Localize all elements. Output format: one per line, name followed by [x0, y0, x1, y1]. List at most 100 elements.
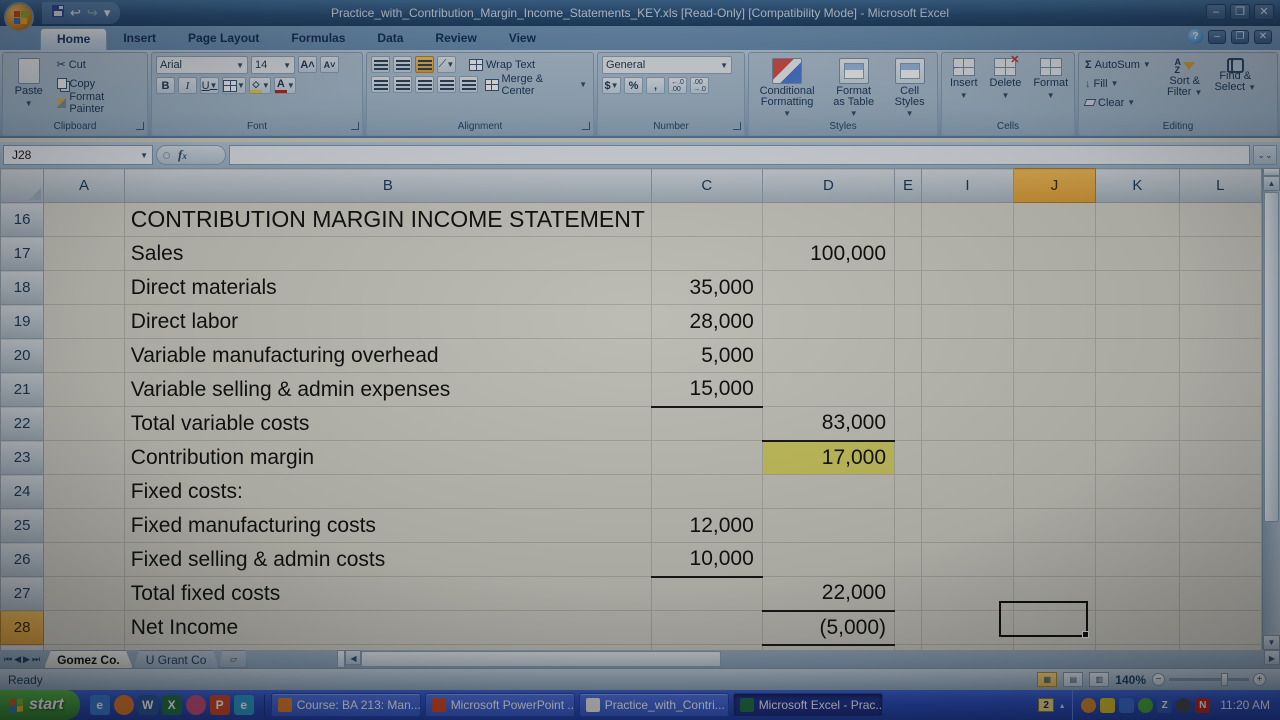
cell-B21[interactable]: Variable selling & admin expenses: [124, 373, 651, 407]
quicklaunch-firefox-icon[interactable]: [114, 695, 134, 715]
last-sheet-icon[interactable]: ⏭: [32, 654, 40, 665]
hide-icons-chevron[interactable]: ▴: [1060, 701, 1064, 710]
number-format-select[interactable]: General▼: [602, 56, 732, 74]
cell-K17[interactable]: [1096, 237, 1179, 271]
page-layout-view-button[interactable]: ▤: [1063, 672, 1083, 687]
cell-L26[interactable]: [1179, 543, 1261, 577]
italic-button[interactable]: I: [178, 77, 197, 94]
cell-D18[interactable]: [762, 271, 894, 305]
cell-D21[interactable]: [762, 373, 894, 407]
row-header-25[interactable]: 25: [1, 509, 44, 543]
cell-E20[interactable]: [895, 339, 922, 373]
comma-button[interactable]: ,: [646, 77, 665, 94]
scroll-up-icon[interactable]: ▲: [1263, 176, 1280, 191]
row-header-17[interactable]: 17: [1, 237, 44, 271]
cell-J22[interactable]: [1013, 407, 1095, 441]
sort-filter-button[interactable]: AZ Sort &Filter ▼: [1163, 56, 1206, 121]
cell-I17[interactable]: [922, 237, 1014, 271]
cell-L20[interactable]: [1179, 339, 1261, 373]
tray-z-icon[interactable]: Z: [1157, 698, 1172, 713]
insert-cells-button[interactable]: Insert▼: [946, 56, 982, 121]
cell-L19[interactable]: [1179, 305, 1261, 339]
autosum-button[interactable]: ΣAutoSum▼: [1083, 56, 1159, 73]
cell-K23[interactable]: [1096, 441, 1179, 475]
cut-button[interactable]: ✂Cut: [55, 56, 144, 73]
cell-J23[interactable]: [1013, 441, 1095, 475]
start-button[interactable]: start: [0, 690, 80, 720]
cell-L24[interactable]: [1179, 475, 1261, 509]
cell-B24[interactable]: Fixed costs:: [124, 475, 651, 509]
sheet-tab-gomez-co-[interactable]: Gomez Co.: [44, 650, 133, 668]
ribbon-tab-formulas[interactable]: Formulas: [275, 28, 361, 50]
cell-E28[interactable]: [895, 611, 922, 645]
cell-E23[interactable]: [895, 441, 922, 475]
cell-C28[interactable]: [651, 611, 762, 645]
cell-D23[interactable]: 17,000: [762, 441, 894, 475]
first-sheet-icon[interactable]: ⏮: [4, 654, 12, 665]
cell-I19[interactable]: [922, 305, 1014, 339]
cell-A21[interactable]: [44, 373, 125, 407]
column-header-E[interactable]: E: [895, 169, 922, 203]
sheet-tab-u-grant-co[interactable]: U Grant Co: [133, 650, 220, 668]
cell-E25[interactable]: [895, 509, 922, 543]
fill-color-button[interactable]: ◇▼: [249, 77, 271, 94]
cell-A28[interactable]: [44, 611, 125, 645]
cell-A19[interactable]: [44, 305, 125, 339]
ribbon-tab-review[interactable]: Review: [419, 28, 492, 50]
align-left-button[interactable]: [371, 76, 390, 93]
underline-button[interactable]: U ▼: [200, 77, 219, 94]
font-name-select[interactable]: Arial▼: [156, 56, 248, 74]
cell-I22[interactable]: [922, 407, 1014, 441]
cell-C26[interactable]: 10,000: [651, 543, 762, 577]
cell-K24[interactable]: [1096, 475, 1179, 509]
cell-A27[interactable]: [44, 577, 125, 611]
format-painter-button[interactable]: Format Painter: [55, 94, 144, 111]
cell-B19[interactable]: Direct labor: [124, 305, 651, 339]
currency-button[interactable]: $ ▼: [602, 77, 621, 94]
cell-B26[interactable]: Fixed selling & admin costs: [124, 543, 651, 577]
active-cell-selection[interactable]: [999, 601, 1088, 637]
next-sheet-icon[interactable]: ▶: [23, 654, 30, 665]
column-header-D[interactable]: D: [762, 169, 894, 203]
cell-L23[interactable]: [1179, 441, 1261, 475]
copy-button[interactable]: Copy: [55, 75, 144, 92]
quicklaunch-ie-icon[interactable]: e: [90, 695, 110, 715]
clipboard-dialog-launcher[interactable]: [136, 122, 144, 130]
normal-view-button[interactable]: ▦: [1037, 672, 1057, 687]
cell-B16[interactable]: CONTRIBUTION MARGIN INCOME STATEMENT: [124, 203, 651, 237]
cell-I26[interactable]: [922, 543, 1014, 577]
cell-K21[interactable]: [1096, 373, 1179, 407]
scroll-right-icon[interactable]: ▶: [1264, 650, 1280, 665]
zoom-slider-handle[interactable]: [1221, 673, 1228, 686]
cell-L27[interactable]: [1179, 577, 1261, 611]
cell-I21[interactable]: [922, 373, 1014, 407]
cell-L16[interactable]: [1179, 203, 1261, 237]
paste-button[interactable]: Paste ▼: [7, 56, 51, 121]
taskbar-button-microsoft-powerpoint-[interactable]: Microsoft PowerPoint ...: [425, 693, 575, 717]
cell-D28[interactable]: (5,000): [762, 611, 894, 645]
cell-D16[interactable]: [762, 203, 894, 237]
cell-C18[interactable]: 35,000: [651, 271, 762, 305]
row-header-24[interactable]: 24: [1, 475, 44, 509]
expand-formula-bar-icon[interactable]: ⌄⌄: [1253, 145, 1277, 165]
cell-C22[interactable]: [651, 407, 762, 441]
column-header-C[interactable]: C: [651, 169, 762, 203]
cell-J18[interactable]: [1013, 271, 1095, 305]
cell-I23[interactable]: [922, 441, 1014, 475]
tray-green-icon[interactable]: [1138, 698, 1153, 713]
cell-B22[interactable]: Total variable costs: [124, 407, 651, 441]
cell-J20[interactable]: [1013, 339, 1095, 373]
cell-D22[interactable]: 83,000: [762, 407, 894, 441]
zoom-in-icon[interactable]: +: [1253, 673, 1266, 686]
align-center-button[interactable]: [393, 76, 412, 93]
row-header-23[interactable]: 23: [1, 441, 44, 475]
cell-B28[interactable]: Net Income: [124, 611, 651, 645]
cell-styles-button[interactable]: CellStyles ▼: [886, 56, 933, 121]
merge-center-button[interactable]: Merge & Center▼: [483, 76, 589, 93]
format-as-table-button[interactable]: Formatas Table ▼: [825, 56, 882, 121]
column-header-I[interactable]: I: [922, 169, 1014, 203]
top-align-button[interactable]: [371, 56, 390, 73]
cell-K18[interactable]: [1096, 271, 1179, 305]
cell-K16[interactable]: [1096, 203, 1179, 237]
row-header-20[interactable]: 20: [1, 339, 44, 373]
